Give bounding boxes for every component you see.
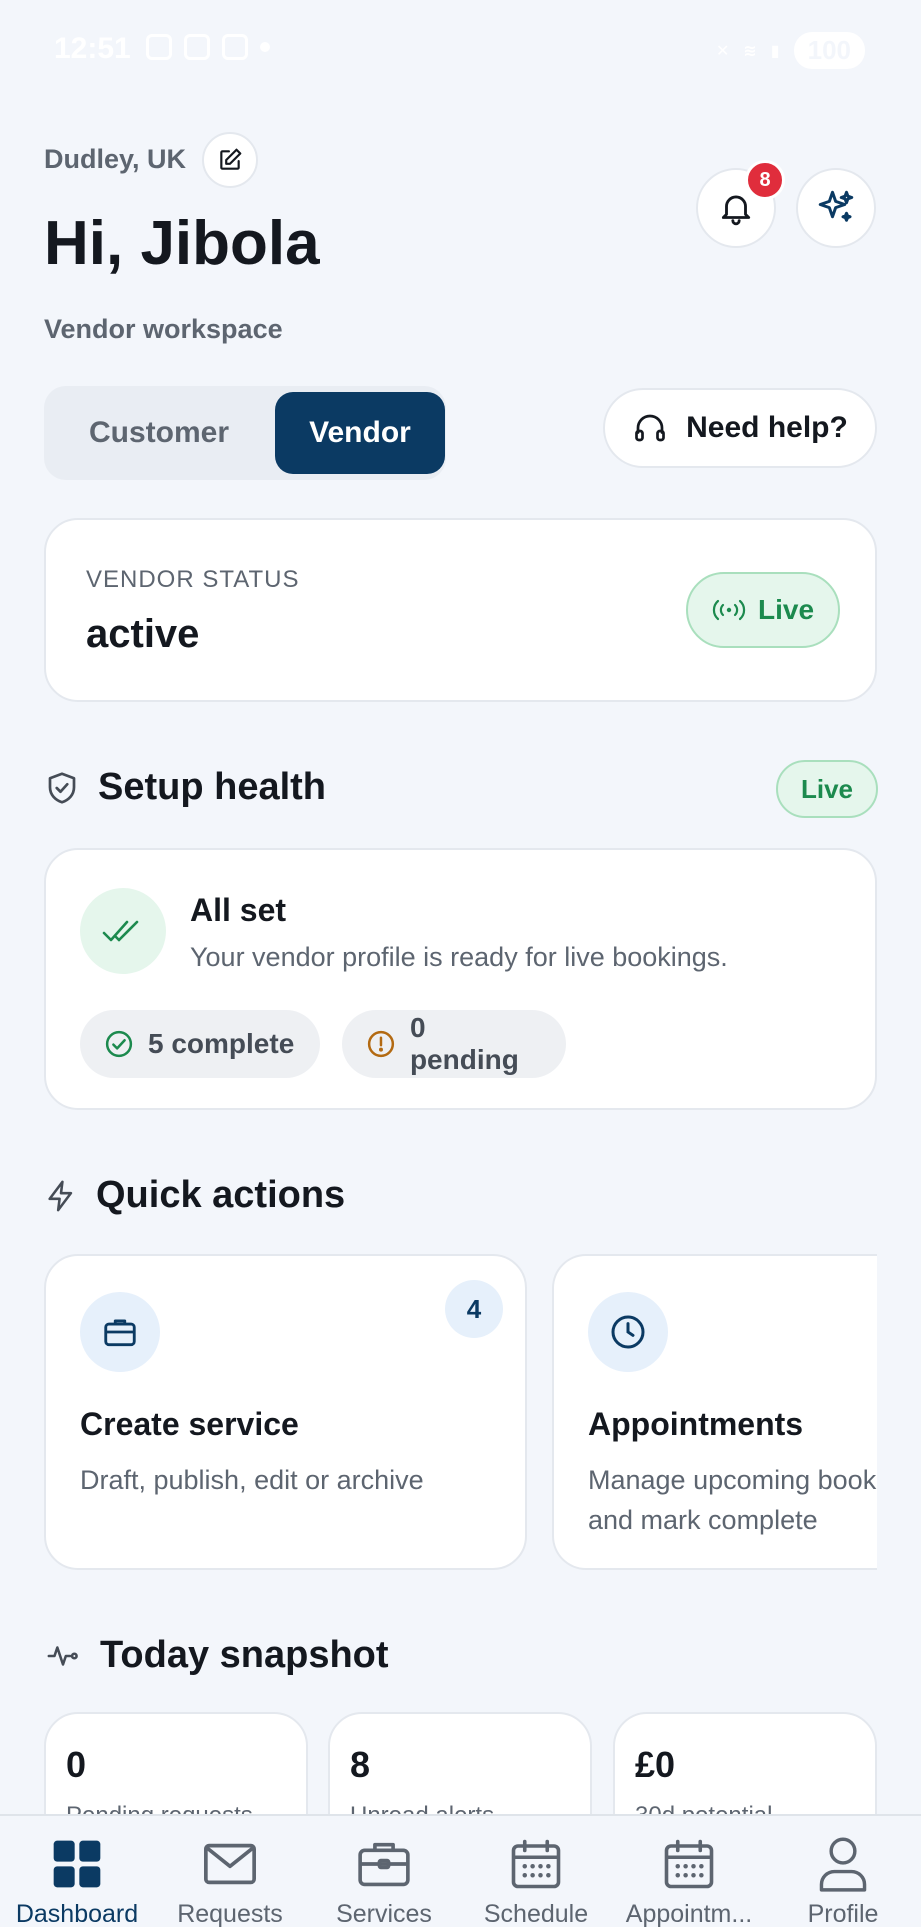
headset-icon — [635, 414, 665, 442]
appointments-title: Appointments — [588, 1406, 804, 1442]
screenshot-icon — [146, 34, 172, 60]
nav-appointments[interactable]: Appointm... — [614, 1816, 764, 1927]
nav-dashboard-label: Dashboard — [15, 1900, 139, 1927]
need-help-button[interactable]: Need help? — [603, 388, 877, 468]
vendor-live-badge: Live — [686, 572, 840, 648]
today-snapshot-heading: Today snapshot — [44, 1634, 389, 1677]
nav-schedule-label: Schedule — [483, 1900, 589, 1927]
clock-icon — [611, 1315, 645, 1349]
edit-location-button[interactable] — [202, 132, 258, 188]
activity-icon — [47, 1645, 78, 1666]
vendor-live-label: Live — [757, 594, 815, 625]
sparkles-icon — [818, 190, 854, 222]
status-bar: 12:51 ✕ ≋ ▮ 100 — [0, 0, 921, 100]
calendar-icon — [664, 1839, 714, 1889]
notification-badge: 8 — [745, 160, 785, 200]
broadcast-icon — [712, 599, 746, 621]
all-set-description: Your vendor profile is ready for live bo… — [190, 942, 728, 972]
clapper-icon — [222, 34, 248, 60]
appointments-card[interactable]: Appointments Manage upcoming bookings an… — [552, 1254, 877, 1570]
appointments-description: Manage upcoming bookings — [588, 1465, 877, 1495]
setup-health-title: Setup health — [98, 766, 327, 808]
nav-profile-label: Profile — [807, 1900, 879, 1927]
nav-dashboard[interactable]: Dashboard — [2, 1816, 152, 1927]
ai-assistant-button[interactable] — [796, 168, 876, 248]
grid-icon — [53, 1840, 101, 1888]
vendor-status-value: active — [86, 612, 200, 656]
status-left-icons — [146, 34, 270, 60]
vendor-mode-button[interactable]: Vendor — [275, 392, 445, 474]
briefcase-icon — [104, 1319, 136, 1347]
briefcase-icon — [358, 1842, 410, 1887]
create-service-count: 4 — [445, 1280, 503, 1338]
nav-requests[interactable]: Requests — [155, 1816, 305, 1927]
double-check-icon — [102, 920, 139, 942]
lightning-icon — [48, 1180, 73, 1211]
pending-count-label: 0 pending — [409, 1012, 519, 1075]
nav-profile[interactable]: Profile — [768, 1816, 918, 1927]
unread-alerts-value: 8 — [350, 1744, 371, 1785]
customer-mode-button[interactable]: Customer — [44, 386, 274, 480]
calendar-icon — [511, 1839, 561, 1889]
alert-circle-icon — [367, 1030, 395, 1058]
vendor-status-card: VENDOR STATUS active Live — [44, 518, 877, 702]
setup-health-heading: Setup health — [44, 766, 326, 809]
nav-appointments-label: Appointm... — [625, 1900, 753, 1927]
instagram-icon — [184, 34, 210, 60]
status-time: 12:51 — [54, 32, 131, 65]
create-service-card[interactable]: 4 Create service Draft, publish, edit or… — [44, 1254, 527, 1570]
workspace-subtitle: Vendor workspace — [44, 314, 283, 344]
pending-count-chip: 0 pending — [342, 1010, 566, 1078]
mode-toggle: Customer Vendor — [44, 386, 446, 480]
quick-actions-title: Quick actions — [96, 1174, 346, 1216]
need-help-label: Need help? — [686, 411, 848, 444]
bell-icon — [721, 195, 751, 226]
complete-count-label: 5 complete — [148, 1028, 295, 1059]
wifi-icon: ≋ — [743, 42, 757, 60]
create-service-title: Create service — [80, 1406, 299, 1442]
nav-services-label: Services — [336, 1900, 432, 1927]
pending-requests-value: 0 — [66, 1744, 87, 1785]
all-set-heading: All set — [190, 892, 287, 928]
shield-icon — [48, 771, 76, 804]
appointments-description-line2: and mark complete — [588, 1505, 818, 1535]
mute-icon: ✕ — [715, 42, 730, 60]
quick-actions-carousel[interactable]: 4 Create service Draft, publish, edit or… — [0, 1240, 877, 1580]
nav-services[interactable]: Services — [309, 1816, 459, 1927]
person-icon — [819, 1837, 867, 1892]
location-label: Dudley, UK — [44, 144, 187, 174]
quick-actions-heading: Quick actions — [44, 1174, 345, 1217]
complete-count-chip: 5 complete — [80, 1010, 320, 1078]
nav-requests-label: Requests — [177, 1900, 283, 1927]
edit-icon — [220, 148, 242, 170]
create-service-description: Draft, publish, edit or archive — [80, 1465, 424, 1495]
setup-live-badge: Live — [776, 760, 878, 818]
vendor-status-label: VENDOR STATUS — [86, 566, 300, 593]
check-circle-icon — [105, 1030, 133, 1058]
setup-health-card: All set Your vendor profile is ready for… — [44, 848, 877, 1110]
battery-indicator: 100 — [793, 32, 865, 69]
today-snapshot-title: Today snapshot — [100, 1634, 389, 1676]
envelope-icon — [204, 1843, 256, 1885]
signal-icon: ▮ — [770, 42, 780, 60]
all-set-icon-wrap — [80, 888, 166, 974]
more-dot-icon — [260, 42, 270, 52]
bottom-nav: Dashboard Requests Services Schedule App… — [0, 1814, 921, 1927]
status-right-icons: ✕ ≋ ▮ 100 — [716, 32, 865, 69]
nav-schedule[interactable]: Schedule — [461, 1816, 611, 1927]
create-service-icon-wrap — [80, 1292, 160, 1372]
appointments-icon-wrap — [588, 1292, 668, 1372]
greeting-title: Hi, Jibola — [44, 209, 320, 278]
potential-earnings-value: £0 — [635, 1744, 676, 1785]
